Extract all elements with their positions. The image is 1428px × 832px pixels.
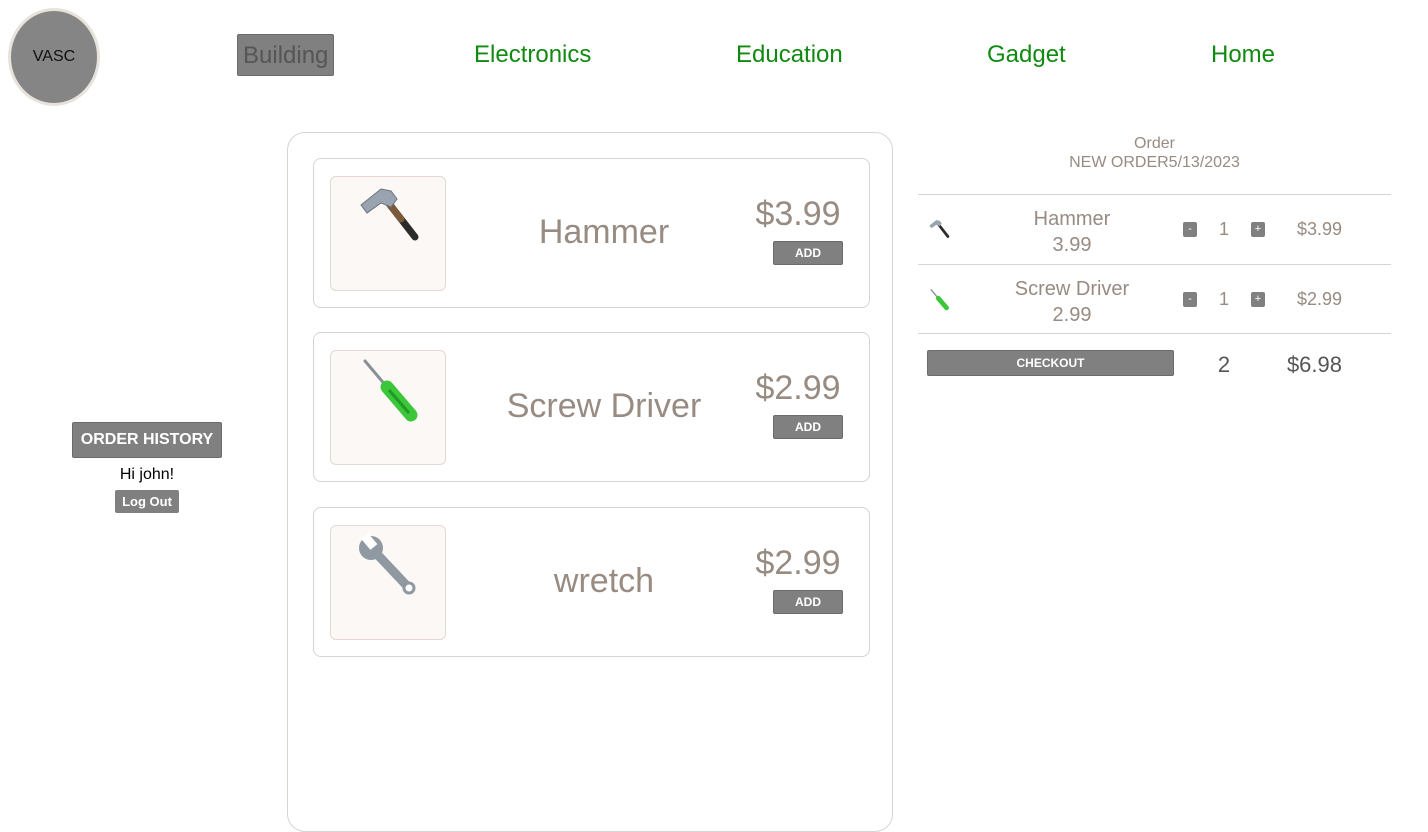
order-item-unit-price: 3.99	[1052, 234, 1092, 256]
product-image	[330, 525, 446, 640]
order-item-name: Screw Driver	[1014, 278, 1130, 300]
add-to-order-button[interactable]: ADD	[773, 590, 843, 614]
product-name: Hammer	[538, 213, 670, 251]
order-title: Order	[1134, 135, 1175, 152]
product-card: Screw Driver $2.99 ADD	[313, 332, 870, 482]
nav-item-gadget[interactable]: Gadget	[987, 34, 1066, 76]
wrench-icon	[359, 532, 416, 595]
nav-item-home[interactable]: Home	[1211, 34, 1275, 76]
order-item-name-block: Screw Driver 2.99	[996, 276, 1148, 328]
divider	[918, 333, 1391, 334]
greeting-text: Hi john!	[119, 466, 175, 483]
order-history-button[interactable]: ORDER HISTORY	[72, 422, 222, 458]
order-item-name-block: Hammer 3.99	[996, 206, 1148, 258]
product-card: Hammer $3.99 ADD	[313, 158, 870, 308]
order-panel: Order NEW ORDER5/13/2023 Hammer 3.99 - 1…	[918, 132, 1391, 377]
order-line-item: Hammer 3.99 - 1 + $3.99	[918, 195, 1391, 265]
user-panel: ORDER HISTORY Hi john! Log Out	[72, 422, 222, 513]
order-item-name: Hammer	[1033, 208, 1111, 230]
order-item-total: $2.99	[1296, 289, 1342, 309]
order-item-unit-price: 2.99	[1052, 304, 1092, 326]
checkout-button[interactable]: CHECKOUT	[927, 350, 1174, 376]
nav-item-building[interactable]: Building	[237, 34, 334, 76]
product-image	[330, 350, 446, 465]
product-price: $2.99	[755, 369, 841, 407]
order-header: Order NEW ORDER5/13/2023	[918, 132, 1391, 172]
order-subtitle: NEW ORDER5/13/2023	[1069, 154, 1240, 171]
product-price: $3.99	[755, 195, 841, 233]
product-catalog: Hammer $3.99 ADD Screw Driver $2.99 ADD …	[287, 132, 893, 832]
screwdriver-icon	[363, 359, 418, 422]
screwdriver-icon	[930, 288, 949, 311]
decrement-button[interactable]: -	[1183, 222, 1197, 237]
nav-item-education[interactable]: Education	[736, 34, 843, 76]
order-total-price: $6.98	[1286, 352, 1342, 377]
order-item-qty: 1	[1218, 289, 1229, 309]
product-image	[330, 176, 446, 291]
product-name: Screw Driver	[506, 387, 702, 425]
order-item-qty: 1	[1218, 219, 1229, 239]
order-item-total: $3.99	[1296, 219, 1342, 239]
product-price: $2.99	[755, 544, 841, 582]
nav-item-electronics[interactable]: Electronics	[474, 34, 591, 76]
category-nav: Building Electronics Education Gadget Ho…	[0, 0, 1428, 110]
add-to-order-button[interactable]: ADD	[773, 241, 843, 265]
hammer-icon	[360, 188, 419, 241]
product-card: wretch $2.99 ADD	[313, 507, 870, 657]
product-name: wretch	[553, 562, 655, 600]
order-total-qty: 2	[1217, 352, 1231, 377]
decrement-button[interactable]: -	[1183, 292, 1197, 307]
hammer-icon	[929, 220, 950, 238]
add-to-order-button[interactable]: ADD	[773, 415, 843, 439]
logout-button[interactable]: Log Out	[115, 490, 179, 513]
order-line-item: Screw Driver 2.99 - 1 + $2.99	[918, 265, 1391, 335]
